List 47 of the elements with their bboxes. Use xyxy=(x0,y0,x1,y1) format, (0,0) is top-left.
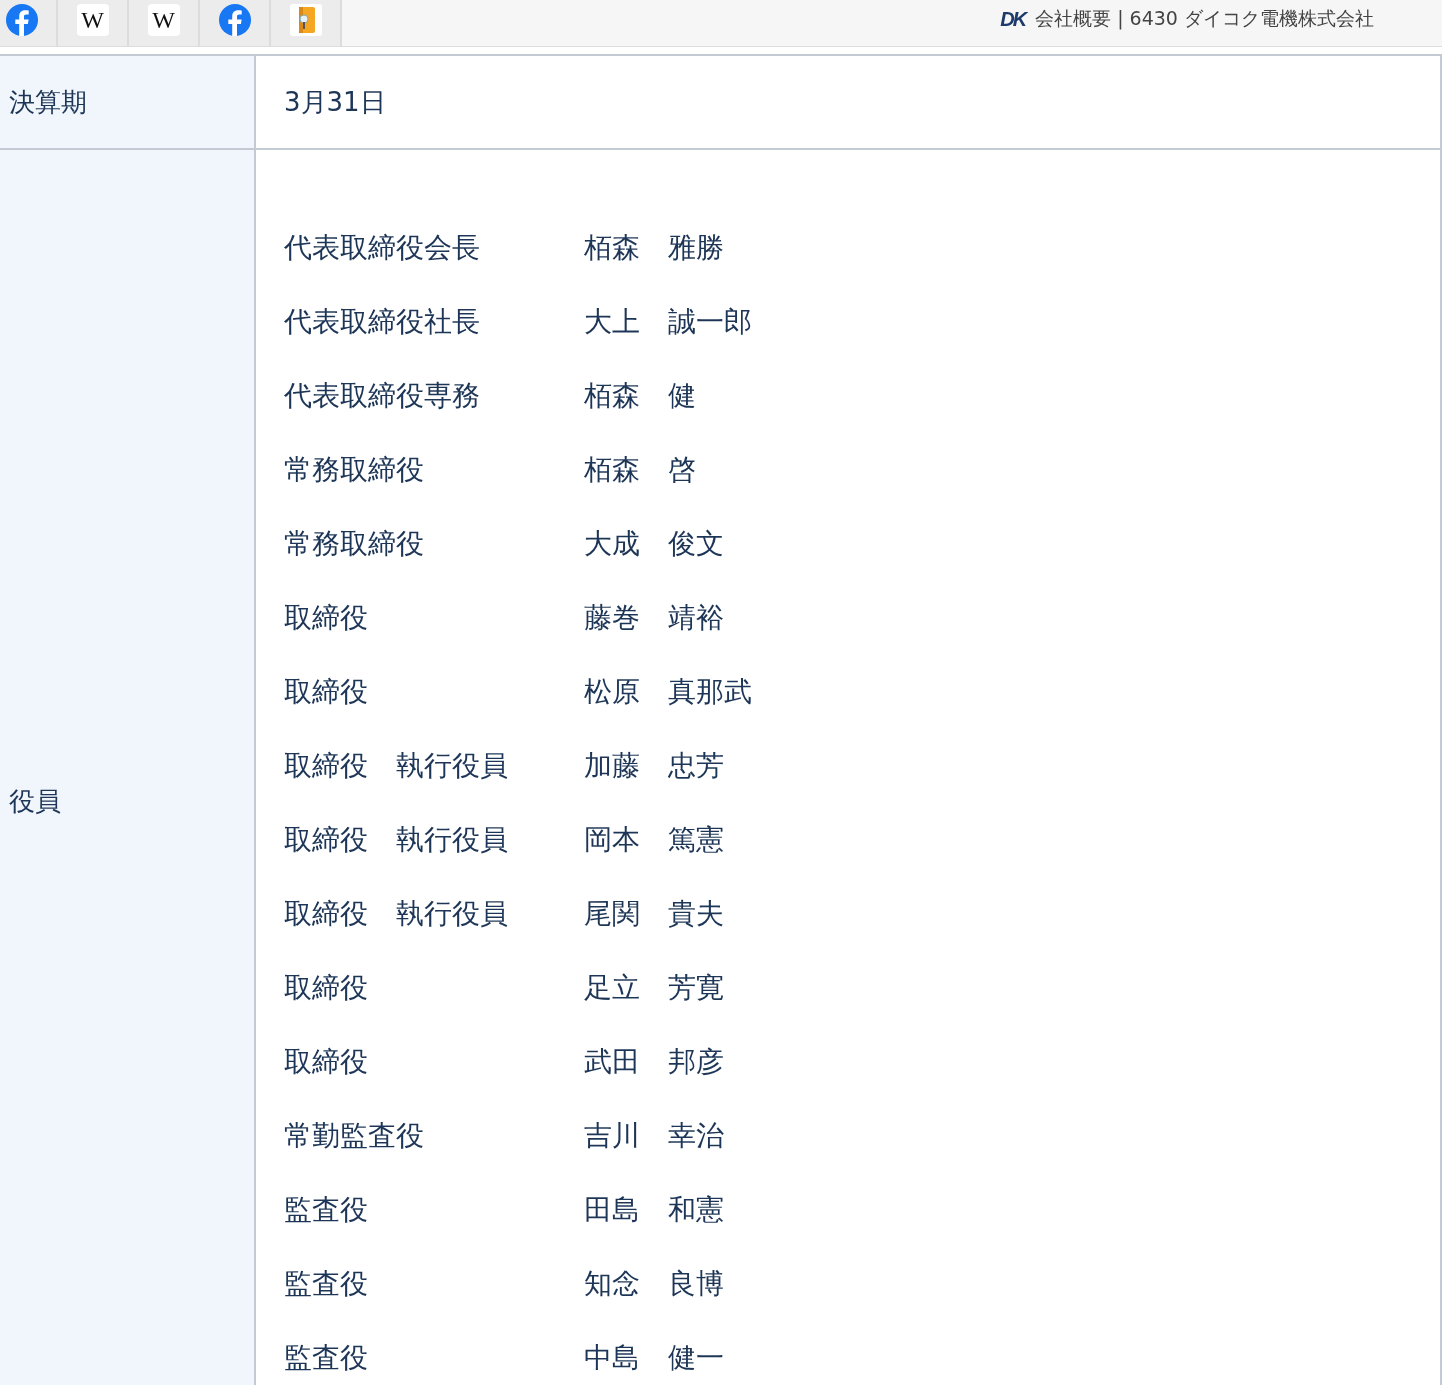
bookmark-item[interactable] xyxy=(0,0,58,46)
row-label: 役員 xyxy=(0,150,256,1385)
officer-name: 大上 誠一郎 xyxy=(584,304,752,340)
officer-name: 大成 俊文 xyxy=(584,526,724,562)
officer-title: 取締役 xyxy=(284,674,369,710)
officer-title: 代表取締役専務 xyxy=(284,378,481,414)
officer-name: 田島 和憲 xyxy=(584,1192,724,1228)
officer-name: 足立 芳寛 xyxy=(584,970,724,1006)
row-value: 3月31日 xyxy=(284,85,386,119)
officer-name: 栢森 雅勝 xyxy=(584,230,724,266)
officer-name: 知念 良博 xyxy=(584,1266,724,1302)
page-title: 会社概要 | 6430 ダイコク電機株式会社 xyxy=(1035,6,1374,32)
officer-name: 尾関 貴夫 xyxy=(584,896,724,932)
officer-name: 武田 邦彦 xyxy=(584,1044,724,1080)
officer-name: 吉川 幸治 xyxy=(584,1118,724,1154)
officer-title: 監査役 xyxy=(284,1266,369,1302)
officer-title: 監査役 xyxy=(284,1192,369,1228)
officer-name: 加藤 忠芳 xyxy=(584,748,724,784)
officer-title: 取締役 xyxy=(284,1044,369,1080)
bookmark-item[interactable]: W xyxy=(129,0,200,46)
officer-title: 取締役 執行役員 xyxy=(284,748,509,784)
site-logo: DK xyxy=(1000,7,1026,31)
facebook-icon xyxy=(6,4,38,36)
officer-name: 中島 健一 xyxy=(584,1340,724,1376)
officer-title: 取締役 執行役員 xyxy=(284,896,509,932)
officer-title: 取締役 xyxy=(284,970,369,1006)
officer-title: 取締役 執行役員 xyxy=(284,822,509,858)
bookmark-item[interactable] xyxy=(200,0,271,46)
officer-title: 代表取締役社長 xyxy=(284,304,481,340)
officer-title: 常勤監査役 xyxy=(284,1118,425,1154)
officer-name: 藤巻 靖裕 xyxy=(584,600,724,636)
officer-title: 代表取締役会長 xyxy=(284,230,481,266)
bookmark-item[interactable] xyxy=(271,0,342,46)
wikipedia-icon: W xyxy=(147,4,180,36)
officer-name: 栢森 健 xyxy=(584,378,696,414)
row-label: 決算期 xyxy=(0,56,256,148)
officer-title: 常務取締役 xyxy=(284,526,425,562)
officer-title: 常務取締役 xyxy=(284,452,425,488)
wikipedia-icon: W xyxy=(76,4,109,36)
facebook-icon xyxy=(218,4,251,36)
officer-name: 栢森 啓 xyxy=(584,452,696,488)
officer-name: 岡本 篤憲 xyxy=(584,822,724,858)
officer-title: 取締役 xyxy=(284,600,369,636)
book-icon xyxy=(289,4,322,36)
officer-title: 監査役 xyxy=(284,1340,369,1376)
officer-name: 松原 真那武 xyxy=(584,674,752,710)
bookmark-item[interactable]: W xyxy=(58,0,129,46)
